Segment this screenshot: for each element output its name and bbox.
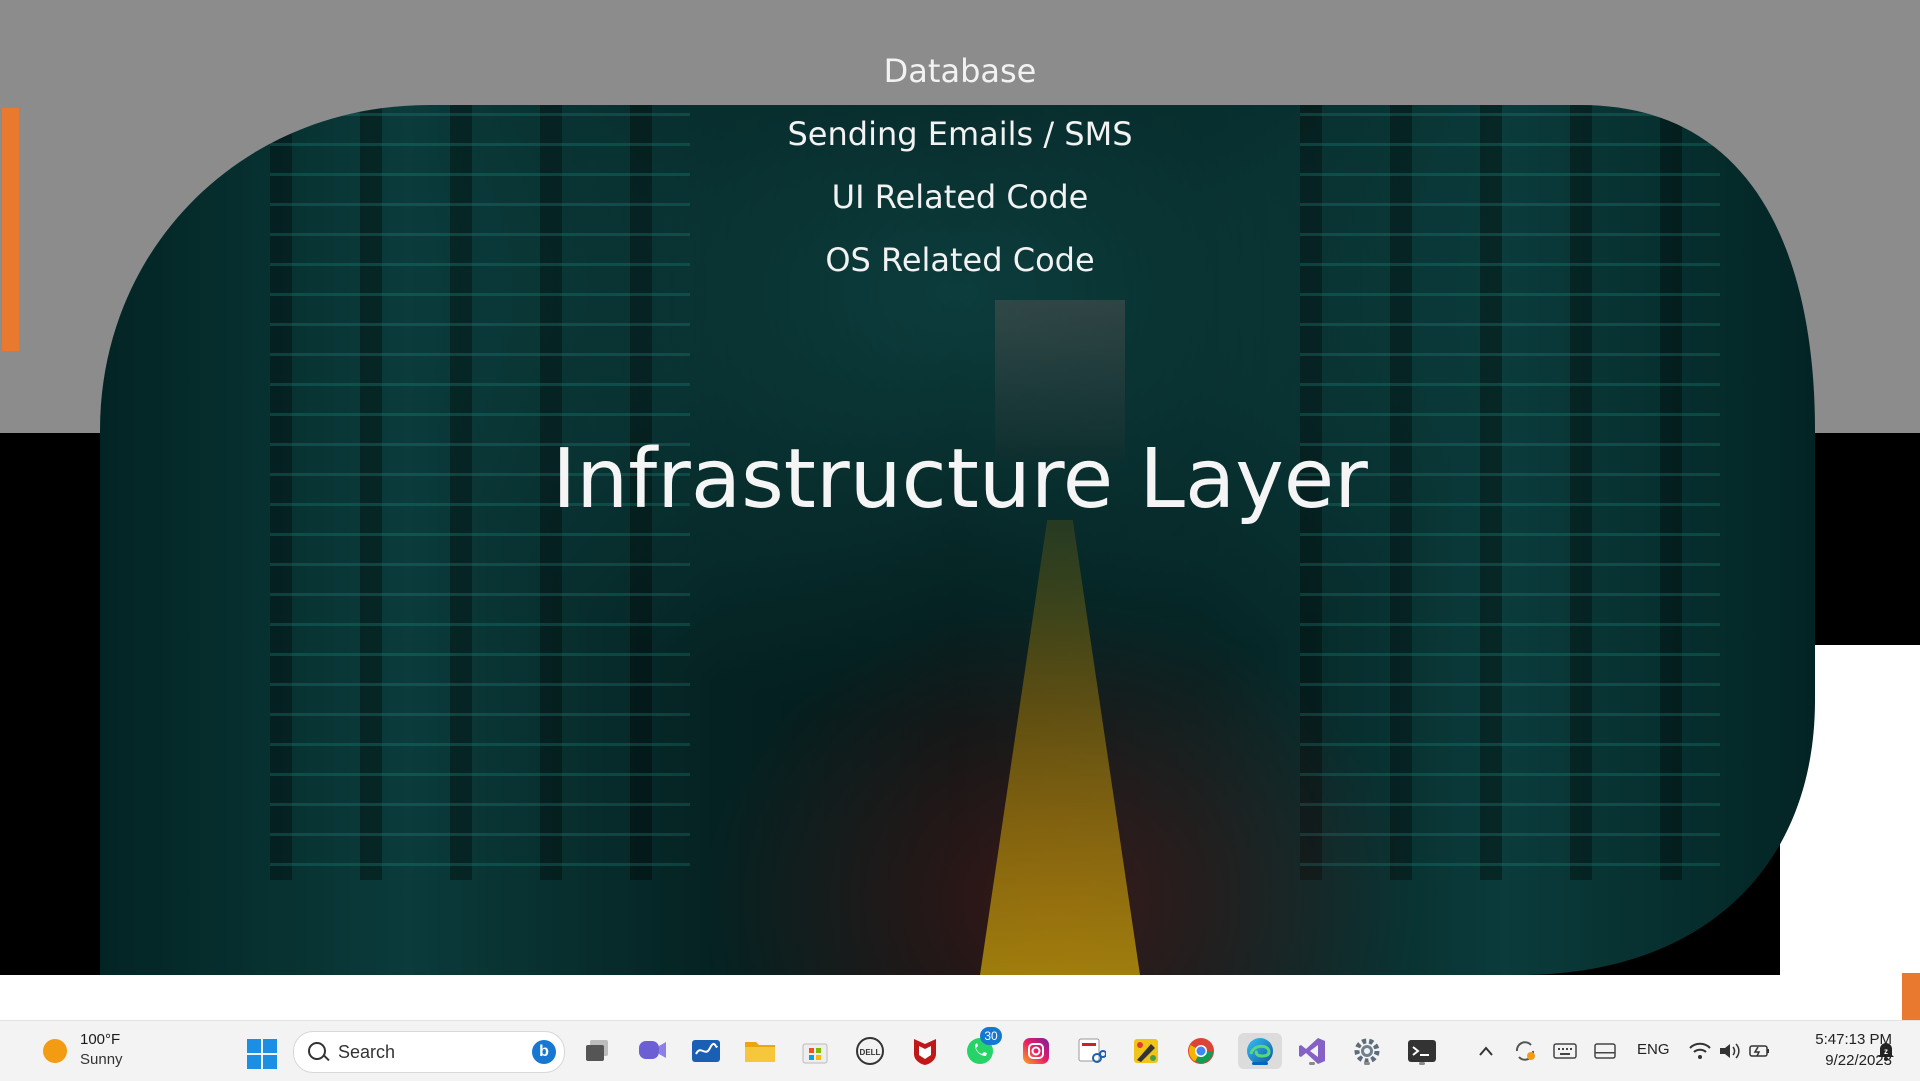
sun-icon bbox=[43, 1039, 67, 1063]
task-view-icon[interactable] bbox=[580, 1033, 616, 1069]
weather-condition: Sunny bbox=[80, 1051, 123, 1068]
tablet-mode-icon[interactable] bbox=[1587, 1033, 1623, 1069]
search-icon bbox=[308, 1042, 326, 1060]
edge-icon[interactable] bbox=[1238, 1033, 1282, 1069]
store-icon[interactable] bbox=[797, 1033, 833, 1069]
bullet-item: Database bbox=[883, 52, 1037, 90]
bing-icon[interactable]: b bbox=[532, 1040, 556, 1064]
bullet-list: Database Sending Emails / SMS UI Related… bbox=[760, 48, 1160, 300]
visual-studio-icon[interactable] bbox=[1294, 1033, 1330, 1069]
svg-text:DELL: DELL bbox=[860, 1048, 881, 1057]
svg-text:z: z bbox=[1884, 1047, 1888, 1056]
slide-title: Infrastructure Layer bbox=[552, 432, 1368, 527]
folder-icon[interactable] bbox=[742, 1033, 778, 1069]
keyboard-icon[interactable] bbox=[1547, 1033, 1583, 1069]
running-indicator bbox=[1419, 1062, 1425, 1065]
video-chat-icon[interactable] bbox=[634, 1033, 670, 1069]
search-box[interactable]: Search b bbox=[293, 1031, 565, 1073]
whiteboard-icon[interactable] bbox=[688, 1033, 724, 1069]
terminal-icon[interactable] bbox=[1404, 1033, 1440, 1069]
mcafee-icon[interactable] bbox=[907, 1033, 943, 1069]
chrome-icon[interactable] bbox=[1183, 1033, 1219, 1069]
presentation-slide: Database Sending Emails / SMS UI Related… bbox=[0, 0, 1920, 1020]
running-indicator bbox=[1309, 1062, 1315, 1065]
accent-bar-bottom-right bbox=[1902, 973, 1920, 1020]
instagram-icon[interactable] bbox=[1018, 1033, 1054, 1069]
weather-widget[interactable]: 100°F Sunny bbox=[16, 1021, 136, 1081]
snipping-tool-icon[interactable] bbox=[1073, 1033, 1109, 1069]
weather-temperature: 100°F bbox=[80, 1031, 121, 1048]
search-label: Search bbox=[338, 1042, 396, 1062]
windows-logo-icon[interactable] bbox=[247, 1039, 277, 1069]
bullet-item: Sending Emails / SMS bbox=[787, 115, 1133, 153]
active-app-indicator bbox=[1252, 1062, 1268, 1065]
accent-bar-left bbox=[2, 108, 19, 351]
chevron-up-icon[interactable] bbox=[1468, 1033, 1504, 1069]
bullet-item: UI Related Code bbox=[831, 178, 1089, 216]
battery-icon[interactable] bbox=[1742, 1033, 1778, 1069]
taskbar: 100°F Sunny Search b DELL 30 ENG 5:47:13… bbox=[0, 1020, 1920, 1081]
paint-icon[interactable] bbox=[1128, 1033, 1164, 1069]
running-indicator bbox=[1364, 1062, 1370, 1065]
language-indicator[interactable]: ENG bbox=[1637, 1041, 1670, 1058]
sync-icon[interactable] bbox=[1507, 1033, 1543, 1069]
dell-icon[interactable]: DELL bbox=[852, 1033, 888, 1069]
whatsapp-badge: 30 bbox=[980, 1027, 1002, 1045]
bullet-item: OS Related Code bbox=[825, 241, 1095, 279]
notification-bell-icon[interactable]: z bbox=[1868, 1033, 1904, 1069]
gear-icon[interactable] bbox=[1349, 1033, 1385, 1069]
